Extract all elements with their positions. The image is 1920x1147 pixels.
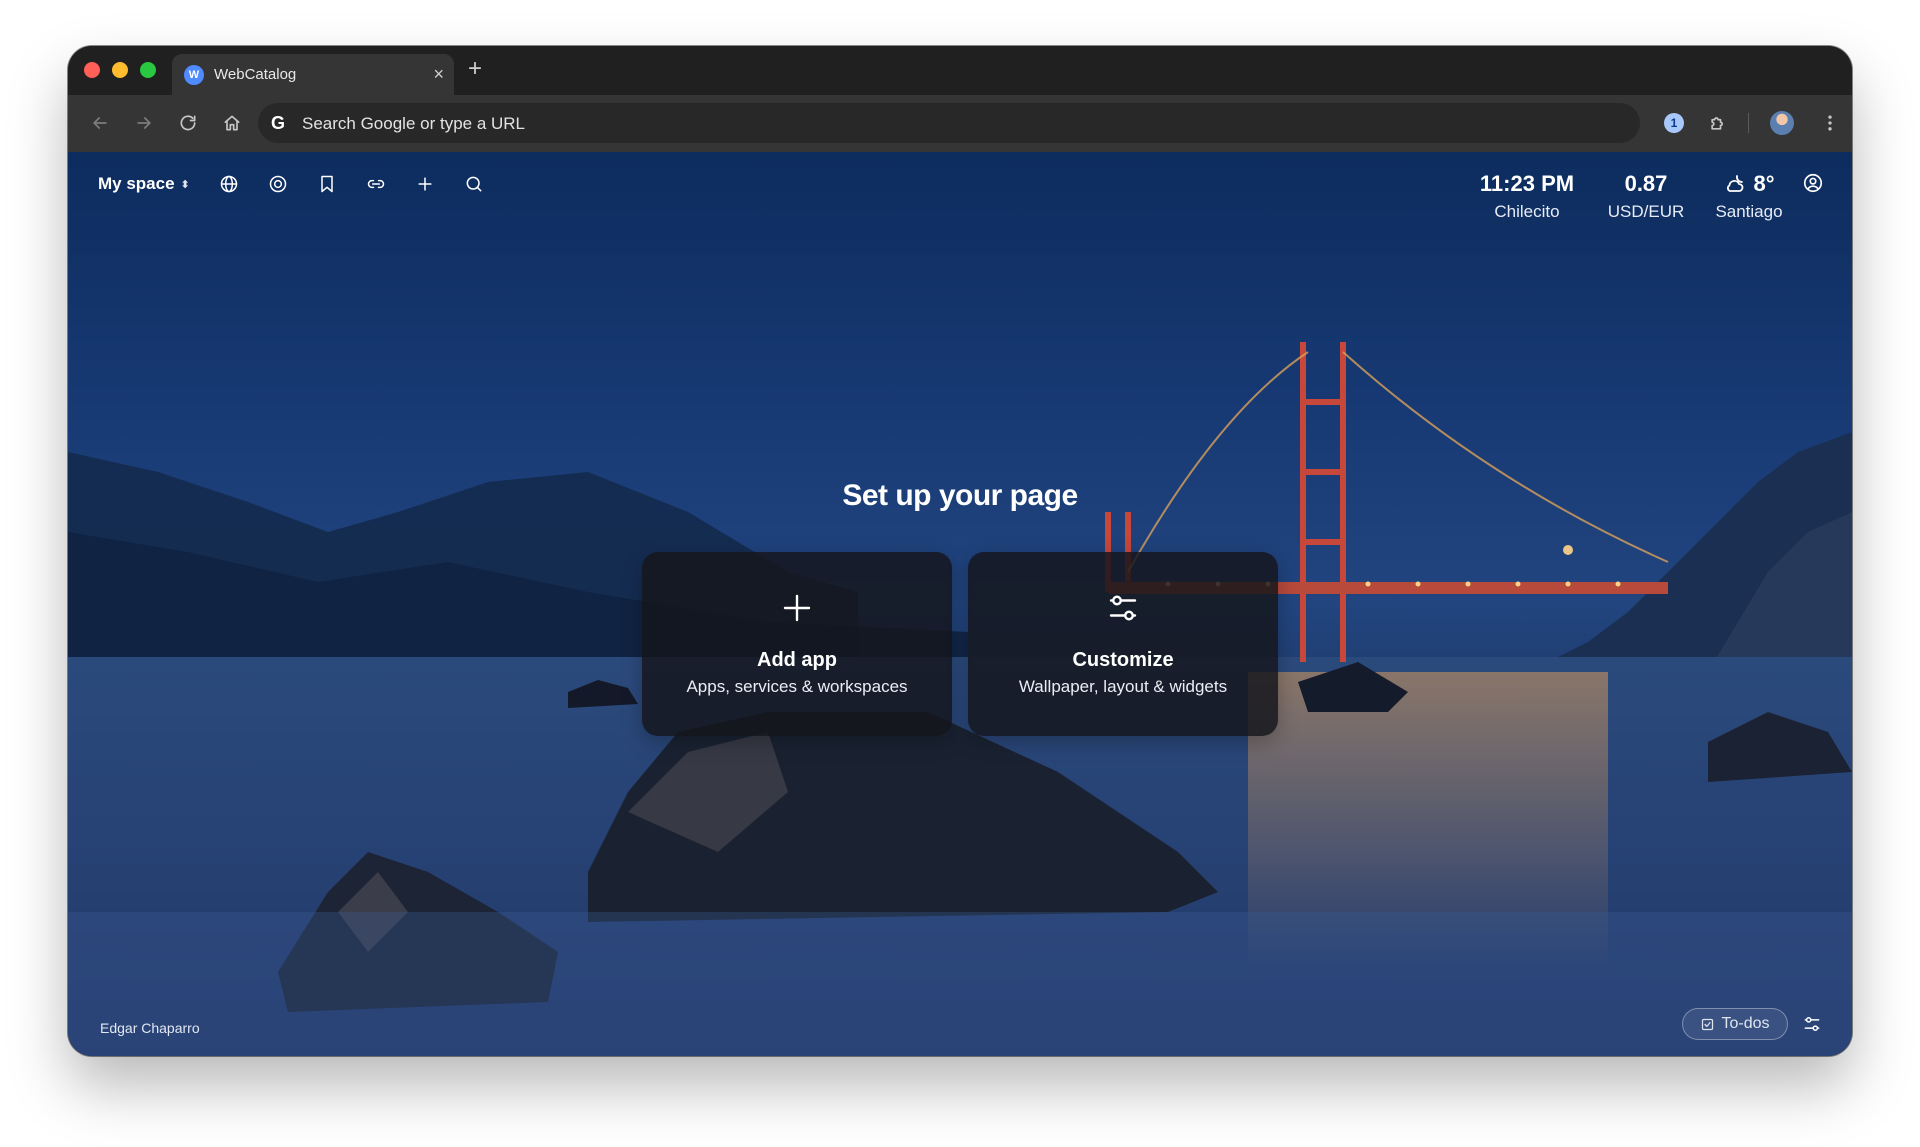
add-app-title: Add app bbox=[757, 649, 837, 671]
reload-icon bbox=[180, 115, 196, 131]
minimize-window-button[interactable] bbox=[112, 62, 128, 78]
target-button[interactable] bbox=[267, 173, 289, 195]
extensions-button[interactable] bbox=[1704, 109, 1732, 137]
currency-pair: USD/EUR bbox=[1607, 202, 1685, 221]
space-selector-label: My space bbox=[98, 174, 175, 193]
new-tab-button[interactable]: + bbox=[468, 54, 482, 84]
todos-label: To-dos bbox=[1721, 1015, 1770, 1032]
avatar bbox=[1770, 111, 1794, 135]
user-circle-icon bbox=[1803, 173, 1823, 193]
home-icon bbox=[224, 115, 240, 131]
address-bar-placeholder: Search Google or type a URL bbox=[302, 114, 526, 133]
tab-webcatalog[interactable]: W WebCatalog × bbox=[172, 54, 454, 95]
clock-widget[interactable]: 11:23 PM Chilecito bbox=[1452, 170, 1602, 224]
plus-icon bbox=[418, 177, 432, 191]
add-button[interactable] bbox=[414, 173, 436, 195]
profile-avatar-button[interactable] bbox=[1768, 109, 1796, 137]
browser-menu-button[interactable] bbox=[1816, 109, 1844, 137]
space-selector[interactable]: My space ⬍ bbox=[98, 174, 190, 194]
more-vertical-icon bbox=[1828, 115, 1832, 131]
target-icon bbox=[269, 175, 287, 193]
wallpaper-image bbox=[68, 342, 1852, 1056]
password-manager-button[interactable]: 1 bbox=[1660, 109, 1688, 137]
todos-button[interactable]: To-dos bbox=[1682, 1008, 1788, 1040]
customize-card[interactable]: Customize Wallpaper, layout & widgets bbox=[968, 552, 1278, 736]
sliders-icon bbox=[1109, 595, 1137, 621]
partly-cloudy-night-icon bbox=[1727, 175, 1744, 192]
bookmark-icon bbox=[321, 175, 333, 193]
currency-rate: 0.87 bbox=[1624, 171, 1668, 196]
globe-icon bbox=[220, 175, 238, 193]
tab-title: WebCatalog bbox=[214, 66, 297, 83]
link-icon bbox=[367, 179, 384, 189]
page-title: Set up your page bbox=[842, 479, 1078, 512]
add-app-card[interactable]: Add app Apps, services & workspaces bbox=[642, 552, 952, 736]
browser-window: W WebCatalog × + G Search Google or type… bbox=[68, 46, 1852, 1056]
maximize-window-button[interactable] bbox=[140, 62, 156, 78]
new-tab-toolbar: My space ⬍ bbox=[98, 170, 512, 198]
search-icon bbox=[466, 176, 482, 192]
webcatalog-favicon-icon: W bbox=[184, 65, 204, 85]
password-manager-icon: 1 bbox=[1664, 113, 1684, 133]
clock-location: Chilecito bbox=[1494, 202, 1560, 221]
browser-toolbar: G Search Google or type a URL 1 bbox=[68, 95, 1852, 152]
google-g-icon: G bbox=[270, 113, 285, 133]
checkbox-icon bbox=[1702, 1018, 1714, 1030]
photo-credit-link[interactable]: Edgar Chaparro bbox=[100, 1020, 200, 1036]
tab-close-icon[interactable]: × bbox=[433, 63, 444, 85]
toolbar-divider bbox=[1748, 113, 1749, 133]
account-button[interactable] bbox=[1802, 172, 1824, 194]
new-tab-page: My space ⬍ 11:23 PM Chilecito 0.87 USD/E… bbox=[68, 152, 1852, 1056]
clock-time: 11:23 PM bbox=[1479, 171, 1575, 196]
weather-temperature: 8° bbox=[1753, 171, 1775, 196]
arrow-right-icon bbox=[137, 117, 151, 129]
address-bar[interactable]: G Search Google or type a URL bbox=[258, 103, 1640, 143]
add-app-subtitle: Apps, services & workspaces bbox=[686, 677, 908, 696]
forward-button[interactable] bbox=[130, 109, 158, 137]
weather-widget[interactable]: 8° Santiago bbox=[1694, 170, 1804, 224]
arrow-left-icon bbox=[93, 117, 107, 129]
customize-title: Customize bbox=[1072, 649, 1174, 671]
tab-strip: W WebCatalog × + bbox=[68, 46, 1852, 95]
home-button[interactable] bbox=[218, 109, 246, 137]
puzzle-icon bbox=[1711, 117, 1723, 130]
weather-location: Santiago bbox=[1715, 202, 1783, 221]
bookmark-button[interactable] bbox=[316, 173, 338, 195]
customize-settings-button[interactable] bbox=[1802, 1014, 1822, 1034]
chevron-up-down-icon: ⬍ bbox=[180, 178, 190, 191]
reload-button[interactable] bbox=[174, 109, 202, 137]
sliders-icon bbox=[1804, 1017, 1820, 1031]
customize-subtitle: Wallpaper, layout & widgets bbox=[1018, 677, 1228, 696]
globe-button[interactable] bbox=[218, 173, 240, 195]
search-button[interactable] bbox=[463, 173, 485, 195]
back-button[interactable] bbox=[86, 109, 114, 137]
currency-widget[interactable]: 0.87 USD/EUR bbox=[1586, 170, 1706, 224]
close-window-button[interactable] bbox=[84, 62, 100, 78]
plus-icon bbox=[783, 594, 811, 622]
link-button[interactable] bbox=[365, 173, 387, 195]
